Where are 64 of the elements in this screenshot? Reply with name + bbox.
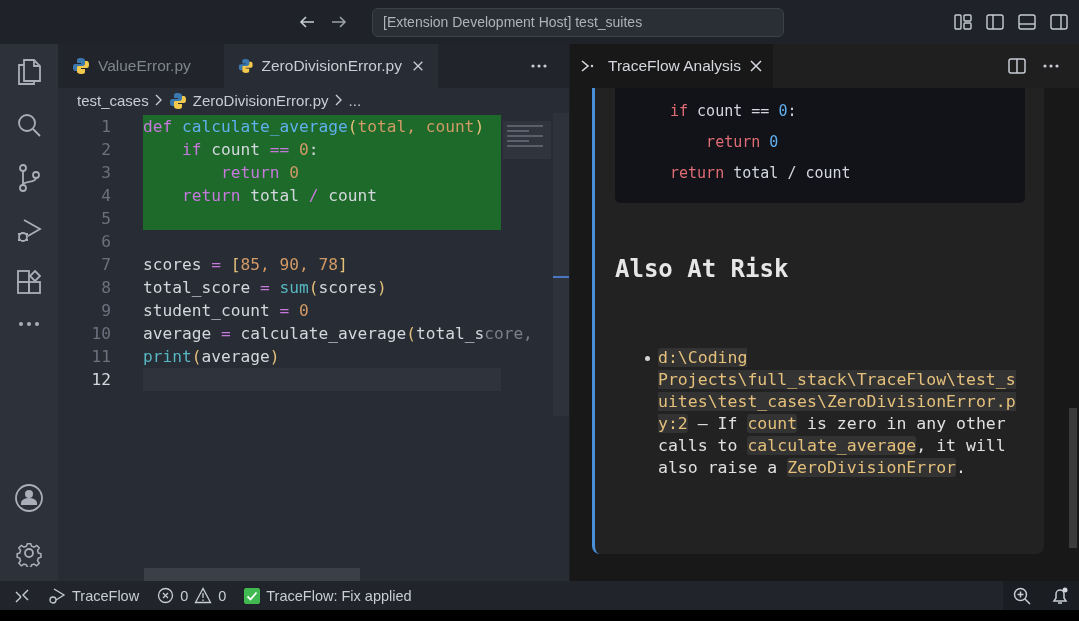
python-icon bbox=[72, 57, 90, 75]
editor-tab[interactable]: ValueError.py bbox=[58, 44, 224, 88]
extensions-icon[interactable] bbox=[15, 269, 43, 297]
breadcrumb-item[interactable]: ZeroDivisionError.py bbox=[192, 92, 329, 109]
zoom-icon[interactable] bbox=[1003, 581, 1041, 610]
customize-layout-icon[interactable] bbox=[953, 12, 973, 32]
horizontal-scrollbar[interactable] bbox=[144, 568, 360, 581]
close-icon[interactable] bbox=[411, 59, 424, 73]
account-icon[interactable] bbox=[14, 483, 44, 513]
remote-icon[interactable] bbox=[14, 587, 30, 604]
more-actions-icon[interactable] bbox=[1043, 64, 1059, 68]
sidebar-toggle-icon[interactable] bbox=[985, 12, 1005, 32]
code-line: return 0 bbox=[219, 163, 299, 182]
code-line: scores = [85, 90, 78] bbox=[143, 255, 348, 274]
warning-icon bbox=[194, 587, 213, 604]
line-number: 12 bbox=[90, 369, 112, 391]
python-icon bbox=[238, 57, 254, 75]
panel-tab[interactable]: TraceFlow Analysis bbox=[570, 44, 773, 88]
line-number: 5 bbox=[100, 208, 112, 230]
line-number: 10 bbox=[90, 323, 112, 345]
files-icon[interactable] bbox=[15, 57, 43, 87]
check-icon bbox=[244, 587, 261, 604]
line-number: 8 bbox=[100, 277, 112, 299]
code-line: return total / count bbox=[180, 186, 377, 205]
line-number: 6 bbox=[100, 231, 112, 253]
code-line: def calculate_average(total, count) bbox=[143, 117, 485, 136]
bullet-icon bbox=[645, 356, 650, 361]
split-editor-icon[interactable] bbox=[1007, 57, 1027, 75]
list-item-text: d:\Coding Projects\full_stack\TraceFlow\test_suites\test_cases\ZeroDivisionError.py:2 — If count is zero in any other calls to calculate_average, it will also raise a ZeroDivisionError. bbox=[658, 347, 1017, 479]
line-number: 4 bbox=[100, 185, 112, 207]
line-number: 11 bbox=[90, 346, 112, 368]
problems-status[interactable]: 0 0 bbox=[157, 587, 227, 604]
close-icon[interactable] bbox=[748, 59, 763, 73]
search-icon[interactable] bbox=[15, 111, 43, 139]
line-number: 7 bbox=[100, 254, 112, 276]
more-actions-icon[interactable] bbox=[531, 64, 547, 68]
code-line: return total / count bbox=[670, 163, 852, 184]
code-line: print(average) bbox=[143, 347, 280, 366]
python-icon bbox=[168, 91, 187, 110]
code-line: total_score = sum(scores) bbox=[143, 278, 387, 297]
line-number: 9 bbox=[100, 300, 112, 322]
code-line: student_count = 0 bbox=[143, 301, 309, 320]
code-line: return 0 bbox=[705, 132, 780, 153]
debug-status[interactable]: TraceFlow bbox=[48, 586, 140, 605]
code-line: average = calculate_average(total_score, bbox=[143, 324, 533, 343]
code-line: if count == 0: bbox=[670, 101, 798, 122]
secondary-sidebar-toggle-icon[interactable] bbox=[1049, 12, 1069, 32]
breadcrumb-item[interactable]: test_cases bbox=[77, 92, 149, 109]
line-number: 1 bbox=[100, 116, 112, 138]
notification-icon[interactable] bbox=[1041, 581, 1079, 610]
editor-tab[interactable]: ZeroDivisionError.py bbox=[224, 44, 438, 88]
panel-toggle-icon[interactable] bbox=[1017, 12, 1037, 32]
command-center[interactable]: [Extension Development Host] test_suites bbox=[372, 7, 784, 37]
run-debug-icon bbox=[48, 586, 66, 605]
breadcrumb-item[interactable]: ... bbox=[348, 92, 362, 109]
code-line: if count == 0: bbox=[180, 140, 319, 159]
line-number: 2 bbox=[100, 139, 112, 161]
status-message[interactable]: TraceFlow: Fix applied bbox=[244, 587, 412, 604]
section-heading: Also At Risk bbox=[615, 255, 790, 283]
line-number: 3 bbox=[100, 162, 112, 184]
error-icon bbox=[157, 587, 175, 604]
more-icon[interactable] bbox=[18, 321, 40, 327]
scrollbar[interactable] bbox=[553, 113, 569, 416]
run-debug-icon[interactable] bbox=[15, 217, 43, 245]
